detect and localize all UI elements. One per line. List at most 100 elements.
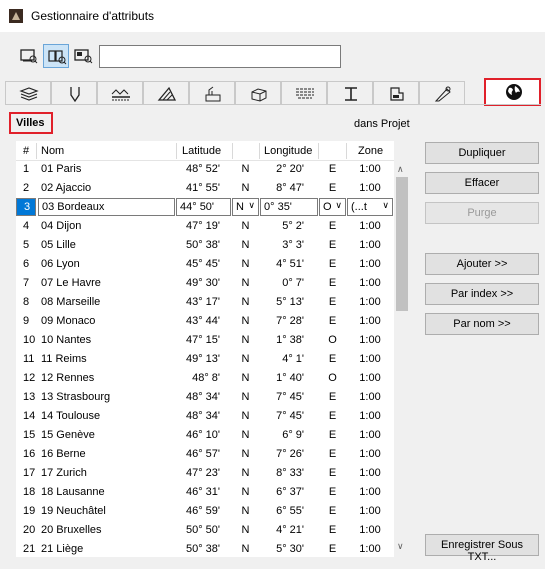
table-scrollbar[interactable]: ∧ ∨ — [394, 141, 410, 557]
tab-fills[interactable] — [143, 81, 189, 105]
title-bar: Gestionnaire d'attributs — [0, 0, 545, 32]
ajouter-button[interactable]: Ajouter >> — [425, 253, 539, 275]
table-row[interactable]: 1 01 Paris 48° 52' N 2° 20' E 1:00 — [16, 160, 394, 179]
ew-value: E — [328, 277, 337, 289]
ew-value: E — [328, 182, 337, 194]
zone-value: 1:00 — [359, 353, 381, 365]
table-row[interactable]: 10 10 Nantes 47° 15' N 1° 38' O 1:00 — [16, 331, 394, 350]
zone-value: (...t — [351, 201, 367, 213]
table-row[interactable]: 3 03 Bordeaux 44° 50' N ∨ 0° 35' O ∨ (...t ∨ — [16, 198, 394, 217]
scroll-up-icon[interactable]: ∧ — [397, 164, 404, 175]
tab-layers[interactable] — [5, 81, 51, 105]
latitude-value: 41° 55' — [185, 182, 220, 194]
enregistrer-txt-button[interactable]: Enregistrer Sous TXT... — [425, 534, 539, 563]
ns-value: N — [241, 429, 250, 441]
ns-value: N — [241, 182, 250, 194]
header-latitude[interactable]: Latitude — [182, 145, 221, 157]
header-num[interactable]: # — [23, 145, 29, 157]
zone-value: 1:00 — [359, 315, 381, 327]
table-row[interactable]: 5 05 Lille 50° 38' N 3° 3' E 1:00 — [16, 236, 394, 255]
tab-zones[interactable] — [327, 81, 373, 105]
table-row[interactable]: 12 12 Rennes 48° 8' N 1° 40' O 1:00 — [16, 369, 394, 388]
longitude-value: 6° 9' — [282, 429, 304, 441]
ns-value: N — [241, 505, 250, 517]
scroll-down-icon[interactable]: ∨ — [397, 541, 404, 552]
search-input[interactable] — [99, 45, 341, 68]
par-nom-button[interactable]: Par nom >> — [425, 313, 539, 335]
profiles-icon — [296, 88, 314, 99]
tab-composites[interactable] — [235, 81, 281, 105]
latitude-value: 43° 44' — [185, 315, 220, 327]
table-row[interactable]: 14 14 Toulouse 48° 34' N 7° 45' E 1:00 — [16, 407, 394, 426]
latitude-value: 49° 13' — [185, 353, 220, 365]
row-num: 19 — [23, 505, 36, 517]
city-name-input[interactable]: 03 Bordeaux — [38, 198, 175, 216]
longitude-value: 2° 20' — [276, 163, 304, 175]
scope-label: dans Projet — [354, 118, 410, 130]
longitude-value: 5° 30' — [276, 543, 304, 555]
table-row[interactable]: 19 19 Neuchâtel 46° 59' N 6° 55' E 1:00 — [16, 502, 394, 521]
app-icon — [9, 9, 23, 23]
latitude-value: 46° 10' — [185, 429, 220, 441]
table-row[interactable]: 20 20 Bruxelles 50° 50' N 4° 21' E 1:00 — [16, 521, 394, 540]
tab-profiles[interactable] — [281, 81, 327, 105]
detail-view-button[interactable] — [43, 44, 69, 68]
preview-view-button[interactable] — [70, 44, 96, 68]
latitude-value: 47° 23' — [185, 467, 220, 479]
table-row[interactable]: 8 08 Marseille 43° 17' N 5° 13' E 1:00 — [16, 293, 394, 312]
par-index-button[interactable]: Par index >> — [425, 283, 539, 305]
ns-value: N — [241, 258, 250, 270]
purge-button[interactable]: Purge — [425, 202, 539, 224]
ns-value: N — [241, 296, 250, 308]
tab-building-materials[interactable] — [189, 81, 235, 105]
table-row[interactable]: 15 15 Genève 46° 10' N 6° 9' E 1:00 — [16, 426, 394, 445]
latitude-value: 48° 52' — [185, 163, 220, 175]
city-name: 11 Reims — [41, 353, 87, 365]
tab-pens[interactable] — [51, 81, 97, 105]
pens-icon — [70, 87, 80, 102]
table-row[interactable]: 7 07 Le Havre 49° 30' N 0° 7' E 1:00 — [16, 274, 394, 293]
table-row[interactable]: 4 04 Dijon 47° 19' N 5° 2' E 1:00 — [16, 217, 394, 236]
dupliquer-button[interactable]: Dupliquer — [425, 142, 539, 164]
list-view-button[interactable] — [16, 44, 42, 68]
city-name: 02 Ajaccio — [41, 182, 92, 194]
building-materials-icon — [205, 86, 221, 102]
table-row[interactable]: 18 18 Lausanne 46° 31' N 6° 37' E 1:00 — [16, 483, 394, 502]
header-nom[interactable]: Nom — [41, 145, 64, 157]
ew-value: E — [328, 353, 337, 365]
longitude-input[interactable]: 0° 35' — [260, 198, 318, 216]
tab-operation-profiles[interactable] — [373, 81, 419, 105]
row-num: 6 — [23, 258, 30, 270]
tab-line-types[interactable] — [97, 81, 143, 105]
latitude-value: 50° 50' — [185, 524, 220, 536]
zone-value: 1:00 — [359, 410, 381, 422]
longitude-value: 5° 13' — [276, 296, 304, 308]
header-zone[interactable]: Zone — [358, 145, 383, 157]
scroll-thumb[interactable] — [396, 177, 408, 311]
latitude-value: 49° 30' — [185, 277, 220, 289]
table-row[interactable]: 2 02 Ajaccio 41° 55' N 8° 47' E 1:00 — [16, 179, 394, 198]
chevron-down-icon: ∨ — [248, 200, 255, 210]
table-row[interactable]: 6 06 Lyon 45° 45' N 4° 51' E 1:00 — [16, 255, 394, 274]
table-row[interactable]: 17 17 Zurich 47° 23' N 8° 33' E 1:00 — [16, 464, 394, 483]
table-row[interactable]: 13 13 Strasbourg 48° 34' N 7° 45' E 1:00 — [16, 388, 394, 407]
table-row[interactable]: 16 16 Berne 46° 57' N 7° 26' E 1:00 — [16, 445, 394, 464]
zone-select[interactable]: (...t ∨ — [347, 198, 393, 216]
tab-surfaces[interactable] — [419, 81, 465, 105]
table-row[interactable]: 11 11 Reims 49° 13' N 4° 1' E 1:00 — [16, 350, 394, 369]
zone-value: 1:00 — [359, 182, 381, 194]
ns-value: N — [241, 315, 250, 327]
ns-select[interactable]: N ∨ — [232, 198, 259, 216]
table-row[interactable]: 9 09 Monaco 43° 44' N 7° 28' E 1:00 — [16, 312, 394, 331]
ew-value: O — [328, 334, 337, 346]
header-longitude[interactable]: Longitude — [264, 145, 312, 157]
ew-select[interactable]: O ∨ — [319, 198, 346, 216]
tab-cities[interactable] — [484, 78, 541, 106]
latitude-input[interactable]: 44° 50' — [176, 198, 231, 216]
city-name: 01 Paris — [41, 163, 82, 175]
table-row[interactable]: 21 21 Liège 50° 38' N 5° 30' E 1:00 — [16, 540, 394, 557]
effacer-button[interactable]: Effacer — [425, 172, 539, 194]
longitude-value: 6° 55' — [276, 505, 304, 517]
ns-value: N — [241, 372, 250, 384]
latitude-value: 46° 57' — [185, 448, 220, 460]
